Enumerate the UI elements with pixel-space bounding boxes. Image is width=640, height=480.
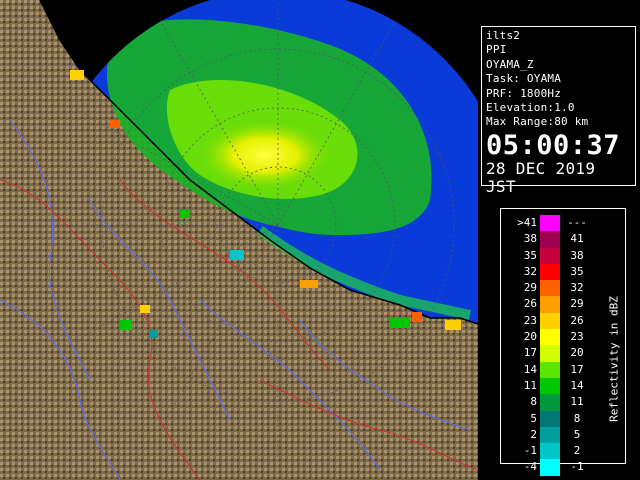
legend-swatch (540, 263, 560, 281)
legend-high-label: 38 (570, 248, 584, 262)
legend-row: 14 17 (501, 361, 601, 378)
product-name: PPI (486, 43, 507, 57)
legend-row: >41 --- (501, 215, 601, 232)
legend-swatch (540, 296, 560, 313)
legend-low-label: 8 (530, 395, 537, 409)
legend-low-label: -1 (523, 444, 537, 458)
legend-high-label: --- (567, 216, 587, 229)
legend-swatch (540, 247, 560, 264)
legend-unit-label: Reflectivity in dBZ (605, 259, 623, 459)
legend-low-label: >41 (517, 216, 537, 229)
legend-swatch (540, 231, 560, 248)
legend-row: 38 41 (501, 231, 601, 248)
max-range-value: Max Range:80 km (486, 115, 589, 129)
legend-swatch (540, 280, 560, 297)
echo-core (200, 121, 330, 189)
scan-date: 28 DEC 2019 JST (486, 158, 596, 196)
legend-low-label: 17 (523, 346, 537, 360)
legend-high-label: 14 (570, 378, 584, 392)
legend-row: 29 32 (501, 280, 601, 297)
legend-row: -4 -1 (501, 459, 601, 476)
unit-label-text: Reflectivity in dBZ (607, 296, 621, 422)
legend-swatch (540, 312, 560, 330)
legend-row: 17 20 (501, 345, 601, 362)
legend-high-label: 29 (570, 297, 584, 311)
legend-high-label: 2 (573, 444, 581, 458)
legend-low-label: 26 (523, 297, 537, 311)
legend-high-label: 41 (570, 232, 584, 246)
legend-swatch (540, 394, 560, 411)
info-sidebar: ilts2 PPI OYAMA_Z Task: OYAMA PRF: 1800H… (478, 0, 640, 480)
radar-ppi-map (0, 0, 478, 480)
legend-low-label: 11 (523, 378, 537, 392)
legend-low-label: -4 (523, 460, 537, 474)
legend-high-label: 17 (570, 362, 584, 376)
legend-swatch (540, 361, 560, 378)
legend-swatch (540, 345, 560, 362)
legend-row: 25 (501, 426, 601, 444)
legend-swatch (540, 377, 560, 395)
scan-time: 05:00:37 (486, 129, 621, 161)
radar-id: ilts2 (486, 29, 521, 42)
legend-high-label: -1 (570, 460, 584, 474)
legend-row: 58 (501, 410, 601, 427)
legend-low-label: 5 (530, 411, 537, 425)
legend-row: 8 11 (501, 394, 601, 411)
task-name: Task: OYAMA (486, 72, 562, 86)
elevation-value: Elevation:1.0 (486, 101, 575, 115)
legend-high-label: 11 (570, 395, 584, 409)
info-box: ilts2 PPI OYAMA_Z Task: OYAMA PRF: 1800H… (481, 26, 636, 195)
legend-row: 20 23 (501, 329, 601, 346)
legend-low-label: 38 (523, 232, 537, 246)
legend-row: 23 26 (501, 312, 601, 330)
legend-swatch (540, 443, 560, 460)
legend-row: 32 35 (501, 263, 601, 281)
legend-swatch (540, 410, 560, 427)
legend-low-label: 23 (523, 313, 537, 327)
prf-value: PRF: 1800Hz (486, 86, 562, 100)
legend-high-label: 32 (570, 281, 584, 295)
legend-low-label: 20 (523, 330, 537, 344)
legend-high-label: 35 (570, 264, 584, 278)
legend-high-label: 23 (570, 330, 584, 344)
legend-scale: >41 --- 38 41 35 38 32 35 29 32 26 29 23 26 20 23 17 20 14… (501, 215, 601, 476)
legend-row: 35 38 (501, 247, 601, 264)
legend-swatch (540, 459, 560, 476)
field-name: OYAMA_Z (486, 57, 534, 71)
legend-low-label: 14 (523, 362, 537, 376)
legend-high-label: 5 (573, 427, 581, 441)
legend-row: 26 29 (501, 296, 601, 313)
legend-low-label: 2 (530, 427, 537, 441)
legend-swatch (540, 329, 560, 346)
legend-high-label: 20 (570, 346, 584, 360)
legend-low-label: 32 (523, 264, 537, 278)
legend-swatch (540, 215, 560, 232)
legend-swatch (540, 426, 560, 444)
legend-low-label: 35 (523, 248, 537, 262)
color-legend: >41 --- 38 41 35 38 32 35 29 32 26 29 23 26 20 23 17 20 14… (500, 208, 626, 476)
legend-high-label: 26 (570, 313, 584, 327)
legend-row: 11 14 (501, 377, 601, 395)
legend-high-label: 8 (573, 411, 581, 425)
legend-row: -1 2 (501, 443, 601, 460)
legend-low-label: 29 (523, 281, 537, 295)
